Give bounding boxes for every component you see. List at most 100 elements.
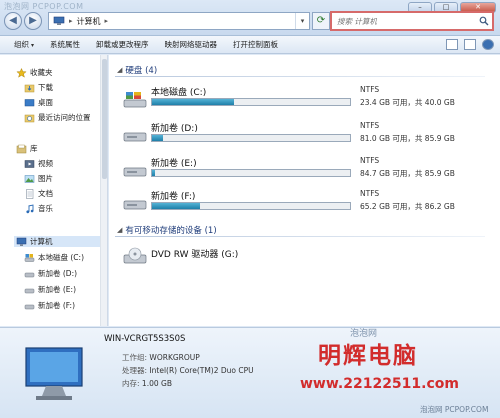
computer-name: WIN-VCRGT5S3S0S (104, 334, 186, 344)
nav-scrollbar[interactable] (100, 55, 107, 326)
brand-watermark: 明辉电脑 (318, 343, 418, 369)
hard-disk-group-header[interactable]: ◢ 硬盘 (4) (117, 64, 157, 76)
nav-item-documents[interactable]: 文档 (24, 188, 53, 199)
group-divider (115, 236, 485, 237)
library-icon (16, 144, 27, 153)
nav-item-downloads[interactable]: 下载 (24, 82, 53, 93)
nav-item-label: 图片 (38, 174, 53, 183)
watermark-mid: 泡泡网 (350, 329, 378, 339)
drive-tile-e[interactable]: 新加卷 (E:) NTFS 84.7 GB 可用，共 85.9 GB (123, 154, 483, 190)
nav-libraries-label: 库 (30, 144, 38, 153)
nav-libraries[interactable]: 库 (16, 143, 38, 154)
nav-item-drive-e[interactable]: 新加卷 (E:) (24, 284, 76, 295)
preview-pane-icon[interactable] (464, 39, 476, 50)
drive-tile-f[interactable]: 新加卷 (F:) NTFS 65.2 GB 可用，共 86.2 GB (123, 187, 483, 223)
nav-item-recent-places[interactable]: 最近访问的位置 (24, 112, 91, 123)
nav-item-label: 文档 (38, 189, 53, 198)
title-bar: 泡泡网 PCPOP.COM – □ ✕ ◀ ▶ ▸ 计算机 ▸ ▾ ⟳ (0, 0, 500, 36)
organize-menu[interactable]: 组织 ▾ (14, 39, 34, 50)
dvd-drive-tile[interactable]: DVD RW 驱动器 (G:) (123, 239, 483, 275)
drive-name: 新加卷 (D:) (151, 124, 198, 134)
drive-name: 新加卷 (F:) (151, 192, 196, 202)
video-icon (24, 159, 35, 168)
nav-item-label: 本地磁盘 (C:) (38, 253, 84, 262)
nav-item-label: 新加卷 (F:) (38, 301, 75, 310)
address-separator-2: ▸ (104, 17, 109, 25)
group-divider (115, 76, 485, 77)
nav-item-label: 最近访问的位置 (38, 113, 91, 122)
nav-item-drive-c[interactable]: 本地磁盘 (C:) (24, 252, 84, 263)
hard-disk-group-title: 硬盘 (4) (125, 66, 158, 76)
nav-item-desktop[interactable]: 桌面 (24, 97, 53, 108)
forward-button[interactable]: ▶ (24, 12, 42, 30)
processor-row: 处理器: Intel(R) Core(TM)2 Duo CPU (122, 365, 254, 376)
hard-drive-icon (24, 288, 35, 293)
nav-item-drive-f[interactable]: 新加卷 (F:) (24, 300, 75, 311)
memory-row: 内存: 1.00 GB (122, 378, 172, 389)
nav-item-label: 视频 (38, 159, 53, 168)
drive-usage-fill (152, 203, 201, 209)
drive-filesystem: NTFS (360, 189, 380, 198)
drive-tile-d[interactable]: 新加卷 (D:) NTFS 81.0 GB 可用，共 85.9 GB (123, 119, 483, 155)
nav-item-label: 新加卷 (E:) (38, 285, 77, 294)
collapse-triangle-icon[interactable]: ◢ (117, 66, 122, 74)
drive-filesystem: NTFS (360, 85, 380, 94)
workgroup-row: 工作组: WORKGROUP (122, 352, 200, 363)
drive-tile-c[interactable]: 本地磁盘 (C:) NTFS 23.4 GB 可用，共 40.0 GB (123, 83, 483, 119)
map-network-drive-button[interactable]: 映射网络驱动器 (165, 39, 218, 50)
view-controls (446, 39, 494, 50)
system-properties-button[interactable]: 系统属性 (50, 39, 80, 50)
address-dropdown-icon[interactable]: ▾ (295, 13, 309, 29)
nav-item-music[interactable]: 音乐 (24, 203, 53, 214)
download-folder-icon (24, 84, 35, 92)
help-icon[interactable] (482, 39, 494, 50)
processor-label: 处理器: (122, 366, 148, 375)
computer-icon (16, 237, 27, 246)
search-box[interactable] (330, 11, 494, 31)
nav-computer[interactable]: 计算机 (14, 236, 100, 247)
drive-capacity: 23.4 GB 可用，共 40.0 GB (360, 98, 455, 107)
drive-usage-bar (151, 169, 351, 177)
drive-filesystem: NTFS (360, 156, 380, 165)
address-bar[interactable]: ▸ 计算机 ▸ ▾ (48, 12, 310, 30)
nav-item-pictures[interactable]: 图片 (24, 173, 53, 184)
drive-name: 新加卷 (E:) (151, 159, 197, 169)
nav-item-label: 桌面 (38, 98, 53, 107)
back-button[interactable]: ◀ (4, 12, 22, 30)
search-icon[interactable] (479, 16, 489, 26)
search-input[interactable] (337, 16, 477, 26)
command-bar: 组织 ▾ 系统属性 卸载或更改程序 映射网络驱动器 打开控制面板 (0, 36, 500, 54)
drive-name: 本地磁盘 (C:) (151, 88, 207, 98)
uninstall-program-button[interactable]: 卸载或更改程序 (96, 39, 149, 50)
nav-item-label: 新加卷 (D:) (38, 269, 78, 278)
dvd-drive-icon (123, 247, 147, 264)
removable-group-header[interactable]: ◢ 有可移动存储的设备 (1) (117, 224, 217, 236)
address-separator: ▸ (69, 17, 73, 25)
hard-drive-icon (24, 272, 35, 277)
drive-filesystem: NTFS (360, 121, 380, 130)
open-control-panel-button[interactable]: 打开控制面板 (233, 39, 278, 50)
music-icon (26, 203, 34, 213)
memory-value: 1.00 GB (141, 379, 172, 388)
refresh-button[interactable]: ⟳ (312, 12, 330, 30)
nav-item-videos[interactable]: 视频 (24, 158, 53, 169)
recent-places-icon (24, 114, 35, 122)
drive-usage-fill (152, 99, 235, 105)
drive-usage-fill (152, 170, 155, 176)
memory-label: 内存: (122, 379, 140, 388)
nav-item-drive-d[interactable]: 新加卷 (D:) (24, 268, 77, 279)
collapse-triangle-icon[interactable]: ◢ (117, 226, 122, 234)
nav-scrollbar-thumb[interactable] (102, 59, 107, 179)
details-pane: WIN-VCRGT5S3S0S 工作组: WORKGROUP 处理器: Inte… (0, 327, 500, 418)
dvd-drive-name: DVD RW 驱动器 (G:) (151, 250, 239, 260)
address-location[interactable]: 计算机 (77, 16, 101, 27)
main-content: ◢ 硬盘 (4) 本地磁盘 (C:) NTFS 23.4 GB 可用，共 40.… (109, 55, 500, 326)
system-drive-icon (123, 92, 147, 108)
drive-usage-fill (152, 135, 164, 141)
drive-usage-bar (151, 202, 351, 210)
drive-capacity: 65.2 GB 可用，共 86.2 GB (360, 202, 455, 211)
change-view-icon[interactable] (446, 39, 458, 50)
nav-favorites[interactable]: 收藏夹 (16, 67, 53, 78)
processor-value: Intel(R) Core(TM)2 Duo CPU (149, 366, 254, 375)
workgroup-value: WORKGROUP (149, 353, 200, 362)
